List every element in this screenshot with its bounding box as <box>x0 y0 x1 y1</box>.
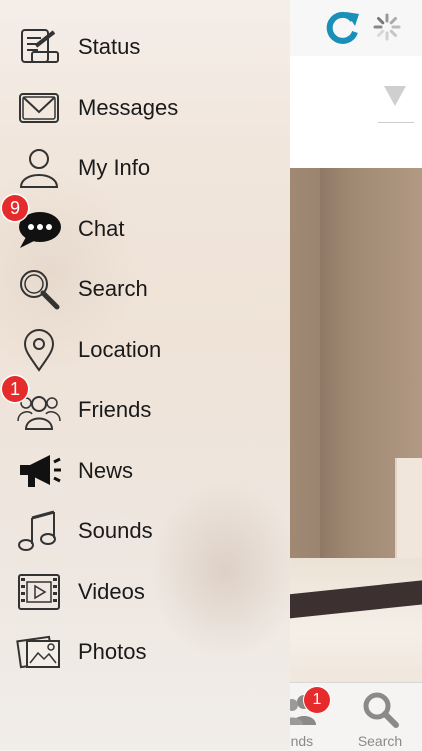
magnifier-icon <box>16 266 62 312</box>
divider <box>378 122 414 123</box>
menu-item-label: Location <box>78 337 162 362</box>
menu-item-status[interactable]: Status <box>0 17 290 77</box>
menu-item-sounds[interactable]: Sounds <box>0 501 290 561</box>
search-tab-icon <box>360 689 400 729</box>
menu-item-videos[interactable]: Videos <box>0 562 290 622</box>
menu-item-label: Chat <box>78 216 125 241</box>
chat-badge: 9 <box>2 195 28 221</box>
menu-item-search[interactable]: Search <box>0 259 290 319</box>
menu-item-my-info[interactable]: My Info <box>0 138 290 198</box>
person-icon <box>16 145 62 191</box>
location-pin-icon <box>16 327 62 373</box>
menu-item-chat[interactable]: 9 Chat <box>0 195 290 259</box>
refresh-icon[interactable] <box>322 8 362 48</box>
friends-tab-badge: 1 <box>304 687 330 713</box>
envelope-icon <box>16 85 62 131</box>
megaphone-icon <box>16 448 62 494</box>
menu-item-photos[interactable]: Photos <box>0 622 290 682</box>
photos-icon <box>16 629 62 675</box>
music-note-icon <box>16 508 62 554</box>
loading-spinner-icon <box>372 12 402 42</box>
status-edit-icon <box>16 24 62 70</box>
menu-item-label: My Info <box>78 155 151 180</box>
side-menu: Status Messages My Info 9 Chat Search Lo… <box>0 0 290 750</box>
tab-search-label: Search <box>357 733 403 749</box>
friends-badge: 1 <box>2 376 28 402</box>
menu-item-label: Sounds <box>78 518 153 543</box>
tab-search[interactable]: Search <box>338 683 422 751</box>
menu-item-friends[interactable]: 1 Friends <box>0 376 290 440</box>
menu-item-label: Search <box>78 276 148 301</box>
menu-item-messages[interactable]: Messages <box>0 78 290 138</box>
dropdown-arrow-icon[interactable] <box>378 82 412 112</box>
menu-item-label: Messages <box>78 95 179 120</box>
menu-item-label: News <box>78 458 134 483</box>
menu-item-label: Friends <box>78 397 152 422</box>
film-icon <box>16 569 62 615</box>
menu-item-location[interactable]: Location <box>0 320 290 380</box>
menu-item-label: Photos <box>78 639 147 664</box>
menu-item-news[interactable]: News <box>0 441 290 501</box>
menu-item-label: Videos <box>78 579 145 604</box>
menu-item-label: Status <box>78 34 141 59</box>
